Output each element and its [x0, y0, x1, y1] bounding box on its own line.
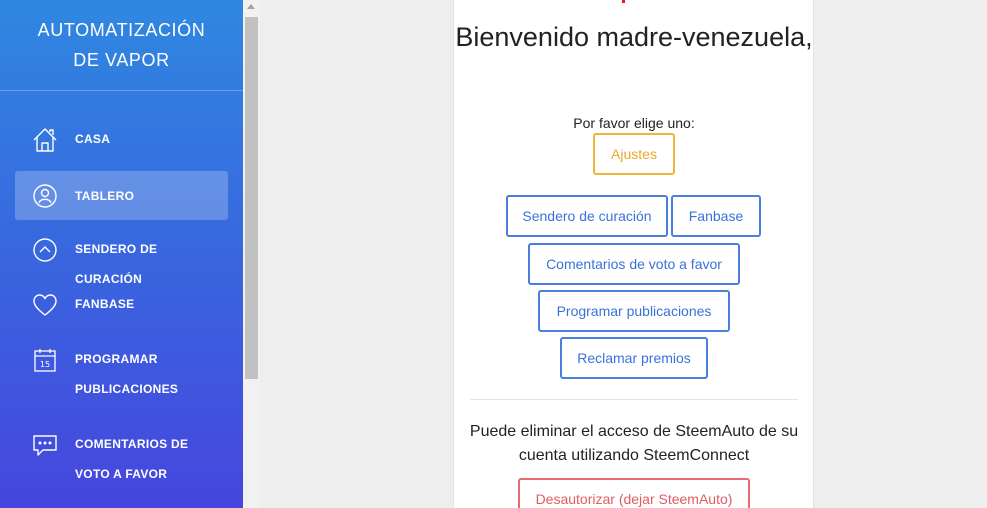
- scroll-thumb[interactable]: [245, 17, 258, 379]
- comment-icon: [31, 431, 59, 459]
- calendar-icon: 15: [31, 346, 59, 374]
- user-circle-icon: [31, 182, 59, 210]
- sidebar-item-casa[interactable]: CASA: [15, 124, 228, 154]
- settings-button[interactable]: Ajustes: [593, 133, 675, 175]
- scroll-up-arrow-icon[interactable]: [247, 4, 255, 9]
- curation-trail-button[interactable]: Sendero de curación: [506, 195, 668, 237]
- heart-icon: [31, 291, 59, 319]
- choose-prompt: Por favor elige uno:: [573, 115, 695, 131]
- sidebar-item-label: FANBASE: [75, 297, 135, 311]
- alert-mark: [622, 0, 625, 3]
- schedule-posts-button[interactable]: Programar publicaciones: [538, 290, 730, 332]
- sidebar-item-label: PROGRAMAR PUBLICACIONES: [75, 352, 179, 396]
- sidebar-item-sendero-de-curacion[interactable]: SENDERO DE CURACIÓN: [15, 234, 228, 286]
- sidebar-item-tablero[interactable]: TABLERO: [15, 171, 228, 220]
- sidebar-item-comentarios-de-voto[interactable]: COMENTARIOS DE VOTO A FAVOR: [15, 429, 228, 489]
- sidebar-scrollbar[interactable]: [243, 0, 260, 508]
- sidebar: AUTOMATIZACIÓN DE VAPOR CASA TABLERO SEN…: [0, 0, 243, 508]
- revoke-button[interactable]: Desautorizar (dejar SteemAuto): [518, 478, 750, 508]
- sidebar-item-programar-publicaciones[interactable]: 15 PROGRAMAR PUBLICACIONES: [15, 344, 228, 404]
- divider: [470, 399, 798, 400]
- sidebar-item-label: COMENTARIOS DE VOTO A FAVOR: [75, 437, 189, 481]
- upvote-comments-button[interactable]: Comentarios de voto a favor: [528, 243, 740, 285]
- sidebar-item-label: TABLERO: [75, 189, 135, 203]
- sidebar-item-fanbase[interactable]: FANBASE: [15, 289, 228, 319]
- brand-title[interactable]: AUTOMATIZACIÓN DE VAPOR: [0, 0, 243, 91]
- home-icon: [31, 126, 59, 154]
- sidebar-item-label: SENDERO DE CURACIÓN: [75, 242, 158, 286]
- claim-rewards-button[interactable]: Reclamar premios: [560, 337, 708, 379]
- chevron-up-circle-icon: [31, 236, 59, 264]
- welcome-heading: Bienvenido madre-venezuela,: [455, 22, 813, 52]
- fanbase-button[interactable]: Fanbase: [671, 195, 761, 237]
- sidebar-item-label: CASA: [75, 132, 111, 146]
- revoke-access-text: Puede eliminar el acceso de SteemAuto de…: [469, 423, 799, 464]
- svg-text:15: 15: [40, 360, 50, 369]
